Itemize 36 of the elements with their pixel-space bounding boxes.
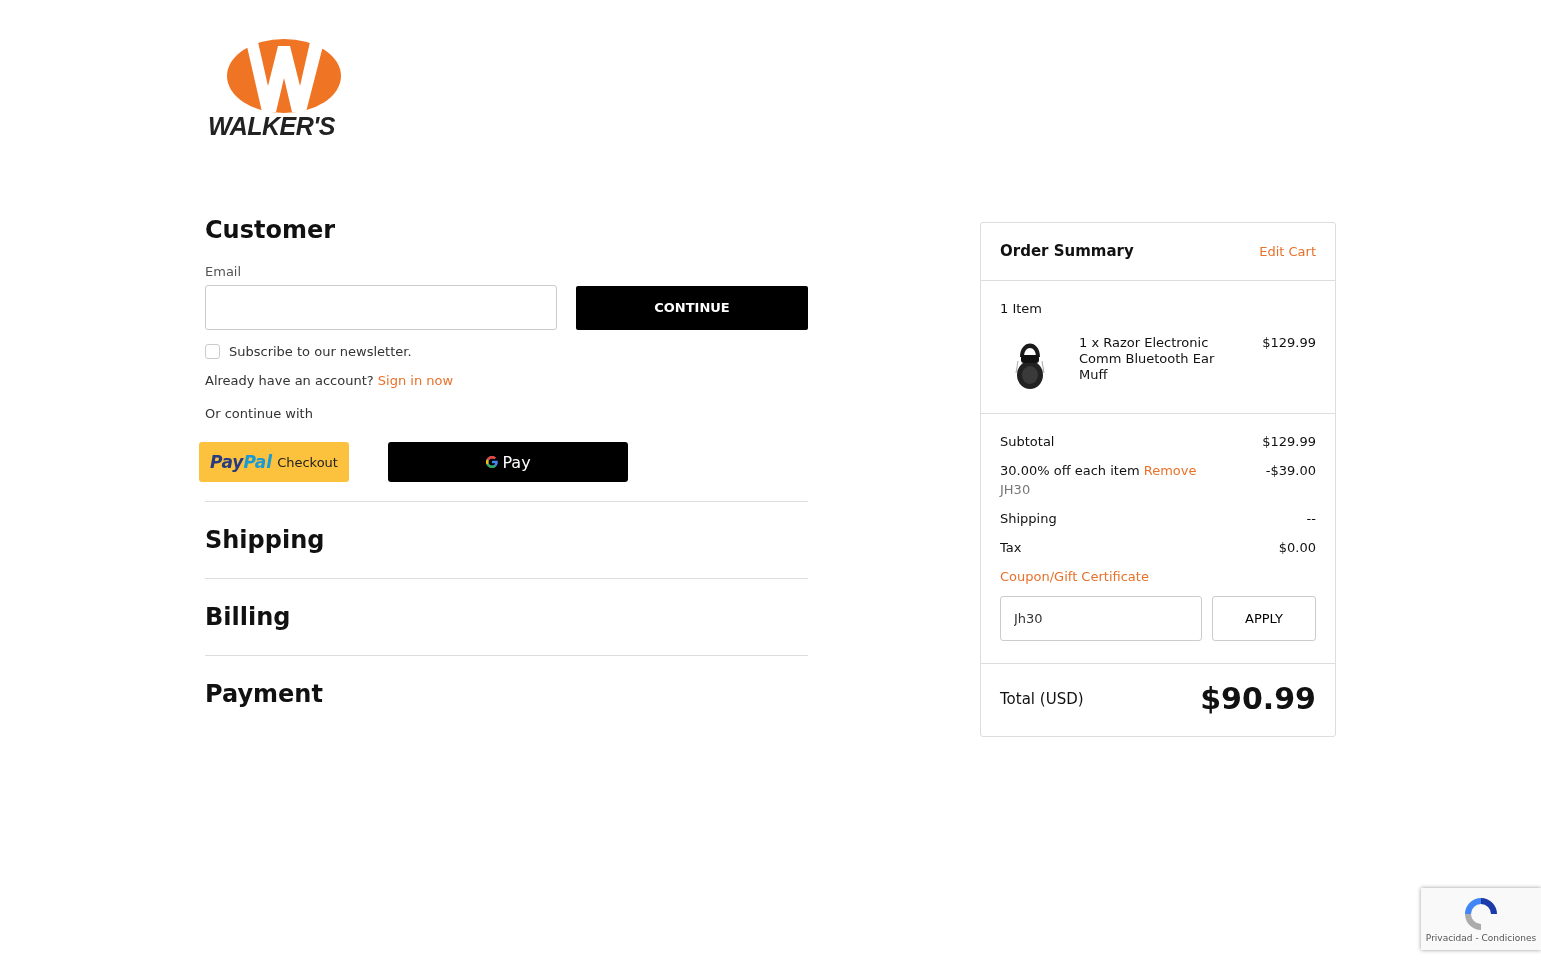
discount-label: 30.00% off each item: [1000, 463, 1140, 478]
section-heading[interactable]: Shipping: [205, 522, 808, 558]
recaptcha-links: Privacidad - Condiciones: [1425, 933, 1537, 943]
item-price: $129.99: [1262, 335, 1316, 350]
item-count: 1 Item: [1000, 301, 1043, 316]
total-label: Total (USD): [1000, 689, 1084, 708]
checkbox[interactable]: [205, 344, 220, 359]
section-heading[interactable]: Payment: [205, 676, 808, 712]
coupon-code: JH30: [1000, 482, 1032, 497]
checkbox-label: Subscribe to our newsletter.: [229, 344, 412, 359]
field-label: Email: [205, 264, 242, 279]
line-label: Shipping: [1000, 511, 1057, 526]
paypal-button[interactable]: PayPal Checkout: [199, 442, 349, 482]
recaptcha-badge[interactable]: Privacidad - Condiciones: [1421, 888, 1541, 950]
google-g-icon: [485, 455, 500, 469]
line-value: -$39.00: [1265, 463, 1316, 480]
account-prompt: Already have an account?: [205, 373, 374, 388]
line-label: Tax: [1000, 540, 1022, 555]
section-heading[interactable]: Billing: [205, 599, 808, 635]
section-heading: Customer: [205, 215, 337, 246]
email-field[interactable]: [205, 285, 557, 330]
line-label: Subtotal: [1000, 434, 1055, 449]
alt-payment-label: Or continue with: [205, 406, 314, 421]
logo-wordmark: WALKER'S: [208, 112, 335, 140]
total-value: $90.99: [1200, 681, 1316, 716]
google-pay-button[interactable]: Pay: [388, 442, 628, 482]
line-value: $129.99: [1262, 434, 1316, 449]
logo-emblem-icon: [226, 38, 342, 114]
recaptcha-icon: [1462, 895, 1500, 933]
apply-button[interactable]: APPLY: [1212, 596, 1316, 641]
line-value: --: [1306, 511, 1316, 526]
continue-button[interactable]: CONTINUE: [576, 285, 808, 330]
card-title: Order Summary: [1000, 242, 1134, 260]
line-value: $0.00: [1278, 540, 1316, 555]
coupon-field[interactable]: Jh30: [1000, 596, 1202, 641]
item-name: 1 x Razor Electronic Comm Bluetooth Ear Muff: [1079, 335, 1216, 383]
